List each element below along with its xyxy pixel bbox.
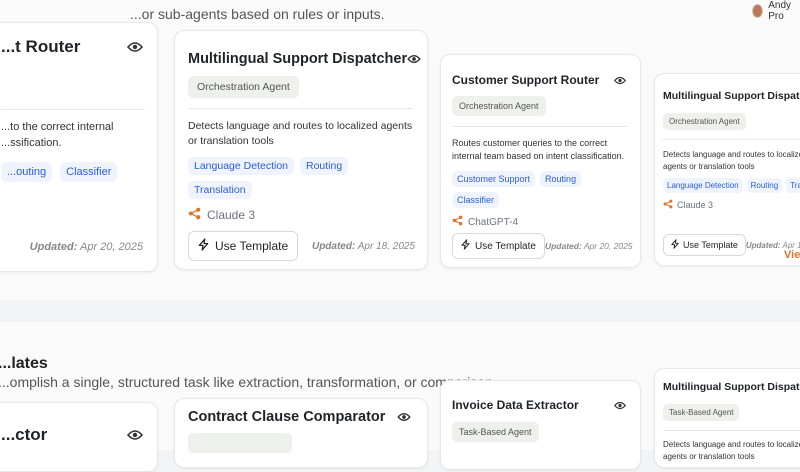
eye-icon[interactable] — [127, 429, 143, 441]
card-title: ...ctor — [1, 425, 48, 444]
card-title: Multilingual Support Dispatcher — [663, 381, 800, 393]
eye-icon[interactable] — [127, 41, 143, 53]
section-title: ...lates — [0, 355, 48, 372]
tag[interactable]: Routing — [300, 157, 349, 176]
model-name: ChatGPT-4 — [468, 216, 519, 228]
card-divider — [1, 109, 145, 110]
model-name: Claude 3 — [207, 208, 256, 223]
agent-type-badge: Task-Based Agent — [452, 422, 539, 442]
user-menu[interactable]: Andy Pro — [752, 0, 800, 22]
eye-icon[interactable] — [614, 76, 626, 85]
use-template-button[interactable]: Use Template — [663, 234, 746, 256]
template-card[interactable]: Contract Clause Comparator — [174, 398, 428, 468]
agent-type-badge: Orchestration Agent — [452, 96, 546, 116]
avatar — [752, 4, 764, 18]
card-description: Detects language and routes to localized… — [663, 440, 800, 461]
card-title: Multilingual Support Dispatcher — [188, 51, 408, 67]
template-card[interactable]: ...ctor — [0, 402, 158, 472]
tag[interactable]: Routing — [746, 178, 783, 194]
template-card[interactable]: Multilingual Support Dispatcher Task-Bas… — [654, 368, 800, 468]
share-icon — [663, 199, 673, 211]
share-icon — [188, 207, 201, 223]
updated-date: Updated: Apr 20, 2025 — [544, 241, 633, 251]
use-template-button[interactable]: Use Template — [452, 233, 545, 259]
agent-type-badge: Orchestration Agent — [663, 113, 746, 130]
tag[interactable]: Customer Support — [452, 171, 536, 188]
eye-icon[interactable] — [614, 401, 626, 410]
use-template-button[interactable]: Use Template — [188, 231, 299, 261]
agent-type-badge: Task-Based Agent — [663, 404, 740, 421]
tag[interactable]: ...outing — [1, 161, 53, 182]
template-card[interactable]: ...t Router ...to the correct internal .… — [0, 22, 158, 272]
tag[interactable]: Language Detection — [663, 178, 743, 194]
card-divider — [663, 430, 800, 431]
tag[interactable]: Translation — [786, 178, 800, 194]
card-title: Invoice Data Extractor — [452, 398, 579, 412]
card-divider — [188, 108, 413, 109]
tag[interactable]: Classifier — [60, 161, 118, 182]
view-all-link[interactable]: View — [784, 249, 800, 261]
section-subtitle: ...omplish a single, structured task lik… — [0, 374, 497, 390]
card-title: Multilingual Support Dispatcher — [663, 90, 800, 102]
tag[interactable]: Translation — [188, 181, 252, 200]
card-description: Routes customer queries to the correct i… — [452, 138, 625, 162]
agent-type-badge: Orchestration Agent — [188, 76, 299, 98]
tag[interactable]: Classifier — [452, 192, 500, 209]
share-icon — [452, 215, 463, 229]
section-subtitle: ...or sub-agents based on rules or input… — [130, 6, 385, 22]
user-name: Andy Pro — [768, 0, 792, 22]
template-card[interactable]: Customer Support Router Orchestration Ag… — [440, 54, 641, 268]
card-title: ...t Router — [1, 37, 81, 56]
tag[interactable]: Language Detection — [188, 157, 294, 176]
model-name: Claude 3 — [677, 200, 714, 211]
updated-date: Updated: Apr 18, 2025 — [311, 240, 415, 252]
lightning-icon — [198, 238, 209, 254]
card-description: Detects language and routes to localized… — [663, 150, 800, 171]
lightning-icon — [461, 239, 470, 253]
template-card[interactable]: Invoice Data Extractor Task-Based Agent — [440, 380, 641, 470]
card-title: Customer Support Router — [452, 73, 600, 87]
lightning-icon — [671, 239, 679, 251]
tag[interactable]: Routing — [540, 171, 582, 188]
template-card[interactable]: Multilingual Support Dispatcher Orchestr… — [654, 73, 800, 266]
updated-date: Updated: Apr 20, 2025 — [29, 241, 143, 253]
card-description: Detects language and routes to localized… — [188, 120, 413, 148]
card-description: ...to the correct internal ...ssificatio… — [1, 121, 114, 149]
eye-icon[interactable] — [397, 412, 411, 422]
card-divider — [663, 139, 800, 140]
card-divider — [452, 126, 628, 127]
card-title: Contract Clause Comparator — [188, 409, 386, 425]
eye-icon[interactable] — [407, 54, 421, 64]
agent-type-badge — [188, 433, 292, 453]
template-card[interactable]: Multilingual Support Dispatcher Orchestr… — [174, 30, 428, 270]
